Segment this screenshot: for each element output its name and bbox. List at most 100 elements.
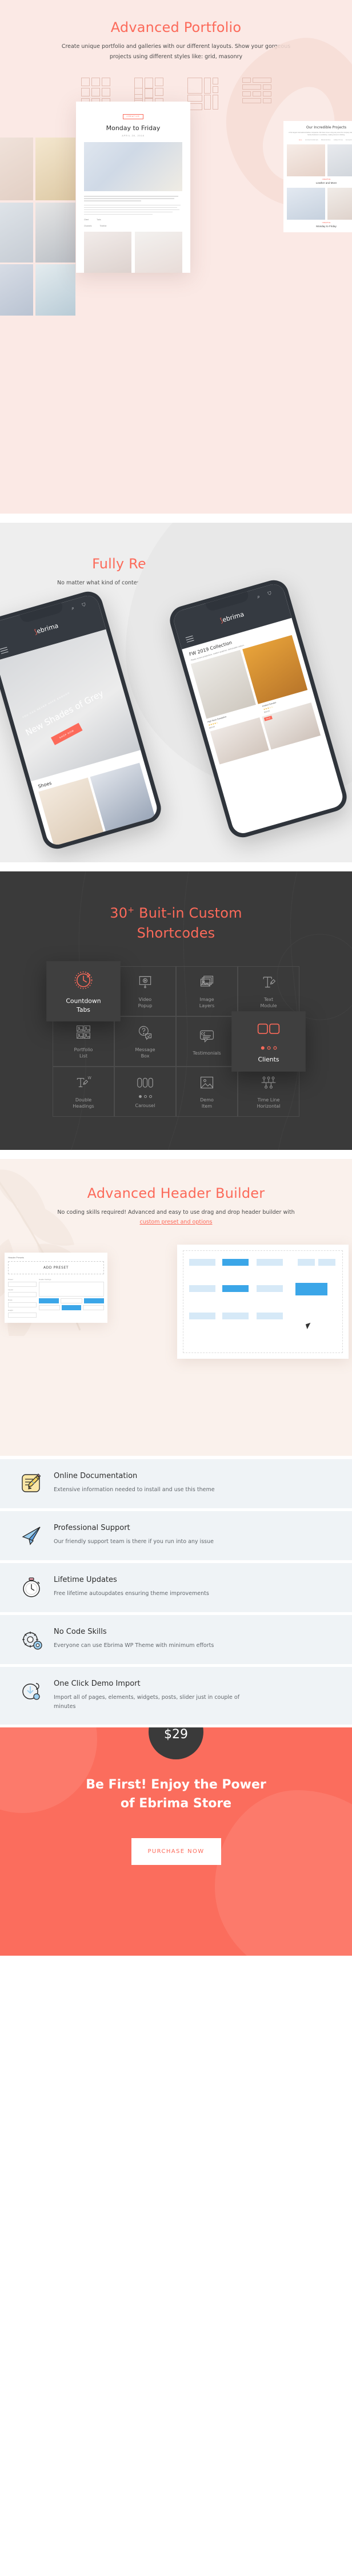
feature-text: No Code Skills Everyone can use Ebrima W…	[54, 1628, 214, 1651]
feature-one-click-demo-import: One Click Demo Import Import all of page…	[0, 1666, 352, 1725]
builder-block[interactable]	[189, 1312, 215, 1319]
filter-creative[interactable]: CREATIVE	[334, 139, 343, 141]
builder-block[interactable]	[257, 1312, 283, 1319]
hamburger-icon[interactable]	[185, 635, 195, 644]
phone-screen-left: ⌕ ⛉ ⟆ebrima YOU CAN NEVER HAVE ENOUGH Ne…	[0, 593, 160, 847]
preview-block[interactable]	[39, 1298, 59, 1303]
builder-block-dragging[interactable]	[295, 1282, 327, 1295]
field-input[interactable]	[8, 1302, 37, 1307]
phone-header-icons[interactable]: ⌕ ⛉	[70, 600, 90, 611]
builder-block[interactable]	[257, 1285, 283, 1292]
section-fully-responsive: Fully Responsive Theme No matter what ki…	[0, 523, 352, 862]
project-card-title: Monday to Friday	[316, 225, 337, 228]
field-input[interactable]	[8, 1312, 37, 1318]
section-divider	[0, 1149, 352, 1159]
shop-now-button[interactable]: SHOP NOW	[50, 722, 83, 745]
shortcode-timeline-horizontal[interactable]: Time Line Horizontal	[238, 1066, 299, 1117]
gallery-image	[135, 232, 182, 273]
field-label: Layout	[8, 1288, 14, 1291]
shortcode-label: Demo Item	[200, 1097, 214, 1109]
collage-thumb	[0, 138, 33, 200]
project-card[interactable]	[287, 144, 325, 177]
builder-block[interactable]	[189, 1285, 215, 1292]
projects-filter-tabs[interactable]: ALL ACCESSORIES BRANDING CREATIVE FASHIO…	[287, 139, 352, 141]
project-meta: Client Tools	[84, 219, 182, 221]
field-input[interactable]	[8, 1281, 37, 1287]
project-card[interactable]	[327, 144, 352, 177]
post-body-italic	[84, 196, 182, 201]
add-preset-button[interactable]: ADD PRESET	[8, 1261, 104, 1274]
shortcode-demo-item[interactable]: Demo Item	[176, 1066, 238, 1117]
builder-block[interactable]	[222, 1285, 249, 1292]
builder-block[interactable]	[257, 1258, 283, 1266]
shortcode-portfolio-list[interactable]: Portfolio List	[53, 1016, 114, 1067]
shortcode-carousel[interactable]: Carousel	[114, 1066, 176, 1117]
feature-description: Free lifetime autoupdates ensuring theme…	[54, 1590, 209, 1597]
filter-branding[interactable]: BRANDING	[321, 139, 331, 141]
shortcode-clients[interactable]: Clients	[231, 1011, 306, 1072]
post-title: Monday to Friday	[106, 124, 161, 132]
phone-header-icons[interactable]: ⌕ ⛉	[256, 589, 275, 600]
builder-canvas[interactable]	[183, 1250, 343, 1353]
feature-title: Online Documentation	[54, 1471, 138, 1480]
project-card[interactable]	[327, 188, 352, 220]
feature-no-code-skills: No Code Skills Everyone can use Ebrima W…	[0, 1614, 352, 1664]
shortcode-testimonials[interactable]: Testimonials	[176, 1016, 238, 1067]
shortcode-text-module[interactable]: Text Module	[238, 966, 299, 1016]
builder-block[interactable]	[318, 1258, 335, 1266]
preview-block[interactable]	[39, 1305, 60, 1310]
purchase-now-button[interactable]: PURCHASE NOW	[131, 1838, 221, 1865]
feature-description: Extensive information needed to install …	[54, 1486, 215, 1493]
feature-description: Everyone can use Ebrima WP Theme with mi…	[54, 1642, 214, 1649]
builder-block[interactable]	[189, 1258, 215, 1266]
builder-settings-panel: Header Presets ADD PRESET Preset Layout …	[5, 1252, 107, 1323]
shortcode-message-box[interactable]: Message Box	[114, 1016, 176, 1067]
shortcode-label: Carousel	[135, 1103, 155, 1108]
filter-all[interactable]: ALL	[299, 139, 302, 141]
section-features: Online Documentation Extensive informati…	[0, 1456, 352, 1727]
phone-logo-left: ⟆ebrima	[33, 621, 59, 636]
section-divider	[0, 862, 352, 871]
phone-mockups: ⌕ ⛉ ⟆ebrima YOU CAN NEVER HAVE ENOUGH Ne…	[0, 576, 352, 853]
shortcode-countdown-tabs[interactable]: Countdown Tabs	[46, 960, 121, 1021]
countdown-clock-icon	[73, 968, 94, 991]
feature-title: Lifetime Updates	[54, 1575, 117, 1584]
drag-cursor-icon	[305, 1322, 313, 1329]
preview-block[interactable]	[61, 1298, 82, 1303]
shortcode-double-headings[interactable]: W Double Headings	[53, 1066, 114, 1117]
phone-screen-right: ⌕ ⛉ ⟆ebrima FW 2019 Collection Plastic s…	[171, 582, 346, 836]
preview-row[interactable]	[39, 1281, 104, 1297]
builder-block[interactable]	[222, 1258, 249, 1266]
collage-thumb	[0, 203, 33, 263]
panel-section-label: Header Presets	[8, 1255, 24, 1259]
filter-accessories[interactable]: ACCESSORIES	[305, 139, 318, 141]
project-card[interactable]	[287, 188, 325, 220]
clients-carousel-dots[interactable]	[261, 1045, 277, 1049]
preview-block[interactable]	[83, 1305, 105, 1310]
intro-price-value: $29	[164, 1727, 188, 1742]
preview-block[interactable]	[61, 1305, 82, 1310]
landing-page: Advanced Portfolio Create unique portfol…	[0, 0, 352, 1956]
custom-preset-link[interactable]: custom preset and options	[140, 1219, 213, 1225]
shortcode-label: Clients	[258, 1056, 279, 1063]
shortcode-video-popup[interactable]: Video Popup	[114, 966, 176, 1016]
header-builder-mockup: Header Presets ADD PRESET Preset Layout …	[0, 1242, 352, 1379]
gallery-image	[84, 232, 131, 273]
preview-block[interactable]	[83, 1298, 104, 1303]
filter-fashion[interactable]: FASHION	[346, 139, 352, 141]
builder-block[interactable]	[222, 1312, 249, 1319]
feature-text: Professional Support Our friendly suppor…	[54, 1524, 214, 1547]
shortcode-image-layers[interactable]: Image Layers	[176, 966, 238, 1016]
feature-text: Lifetime Updates Free lifetime autoupdat…	[54, 1576, 209, 1599]
post-category-badge: CREATIVE	[123, 114, 143, 120]
feature-text: One Click Demo Import Import all of page…	[54, 1679, 248, 1712]
feature-text: Online Documentation Extensive informati…	[54, 1472, 215, 1495]
carousel-dots[interactable]	[138, 1095, 152, 1098]
shortcode-label: Testimonials	[193, 1050, 221, 1056]
builder-block[interactable]	[298, 1258, 315, 1266]
video-popup-icon	[137, 972, 153, 992]
shortcode-label: Double Headings	[73, 1097, 94, 1109]
phone-mockup-right: ⌕ ⛉ ⟆ebrima FW 2019 Collection Plastic s…	[166, 576, 350, 841]
field-input[interactable]	[8, 1291, 37, 1297]
hamburger-icon[interactable]	[0, 647, 9, 655]
